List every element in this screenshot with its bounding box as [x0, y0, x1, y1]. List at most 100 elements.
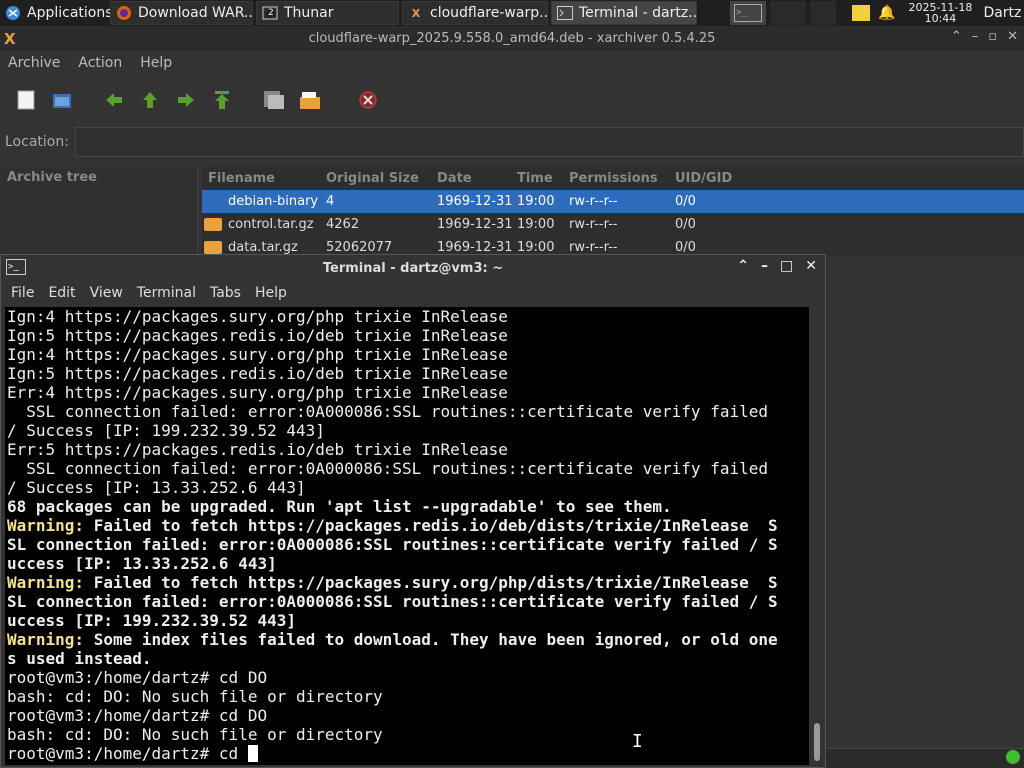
- window-title: Terminal - dartz@vm3: ~: [322, 260, 504, 276]
- terminal-line: bash: cd: DO: No such file or directory: [7, 687, 809, 706]
- scrollbar-thumb[interactable]: [814, 723, 820, 761]
- menu-file[interactable]: File: [11, 285, 34, 301]
- column-original-size[interactable]: Original Size: [322, 171, 433, 186]
- archive-tree-panel[interactable]: Archive tree: [0, 166, 198, 256]
- menu-help[interactable]: Help: [255, 285, 287, 301]
- applications-label: Applications: [27, 5, 110, 21]
- terminal-line: bash: cd: DO: No such file or directory: [7, 725, 809, 744]
- terminal-line: / Success [IP: 13.33.252.6 443]: [7, 478, 809, 497]
- terminal-line: root@vm3:/home/dartz# cd DO: [7, 668, 809, 687]
- terminal-line: SSL connection failed: error:0A000086:SS…: [7, 459, 809, 478]
- minimize-button[interactable]: –: [761, 258, 768, 274]
- row-filename: control.tar.gz: [228, 217, 314, 232]
- clock[interactable]: 2025-11-18 10:44: [905, 2, 975, 24]
- open-archive-button[interactable]: [48, 86, 76, 114]
- table-row[interactable]: control.tar.gz 4262 1969-12-31 19:00 rw-…: [202, 213, 1024, 236]
- minimize-button[interactable]: –: [972, 29, 979, 44]
- row-uid-gid: 0/0: [675, 240, 696, 255]
- home-button[interactable]: [208, 86, 236, 114]
- line-text: Ign:4 https://packages.sury.org/php trix…: [7, 345, 508, 364]
- back-button[interactable]: [100, 86, 128, 114]
- terminal-titlebar[interactable]: >_ Terminal - dartz@vm3: ~ ⌃ – □ ✕: [1, 255, 825, 281]
- column-filename[interactable]: Filename: [202, 171, 322, 186]
- row-permissions: rw-r--r--: [569, 194, 618, 209]
- extract-button[interactable]: [260, 86, 288, 114]
- warning-label: Warning:: [7, 573, 85, 592]
- location-input[interactable]: [74, 127, 1024, 157]
- row-date: 1969-12-31: [437, 217, 513, 232]
- table-row[interactable]: debian-binary 4 1969-12-31 19:00 rw-r--r…: [202, 190, 1024, 213]
- column-uid-gid[interactable]: UID/GID: [671, 171, 751, 186]
- workspace-3[interactable]: [810, 1, 836, 25]
- row-permissions: rw-r--r--: [569, 240, 618, 255]
- window-title: cloudflare-warp_2025.9.558.0_amd64.deb -…: [308, 30, 716, 46]
- maximize-button[interactable]: □: [780, 258, 793, 274]
- workspace-switcher[interactable]: >_: [730, 1, 766, 25]
- applications-menu[interactable]: Applications ≡: [0, 1, 110, 25]
- status-indicator-icon: [1006, 750, 1020, 764]
- task-firefox[interactable]: Download WAR...: [110, 1, 253, 25]
- terminal-icon: [557, 5, 573, 21]
- terminal-output[interactable]: Ign:4 https://packages.sury.org/php trix…: [5, 307, 809, 765]
- add-files-button[interactable]: [296, 86, 324, 114]
- terminal-scrollbar[interactable]: [809, 307, 825, 765]
- shade-button[interactable]: ⌃: [737, 258, 749, 274]
- menu-action[interactable]: Action: [78, 55, 122, 71]
- task-label: Terminal - dartz...: [579, 5, 697, 21]
- task-thunar[interactable]: 2 Thunar: [256, 1, 399, 25]
- terminal-line: Ign:4 https://packages.sury.org/php trix…: [7, 345, 809, 364]
- row-time: 19:00: [517, 194, 555, 209]
- menu-help[interactable]: Help: [140, 55, 172, 71]
- bell-icon[interactable]: 🔔: [878, 5, 895, 21]
- new-archive-button[interactable]: [12, 86, 40, 114]
- task-count-badge: 2: [266, 8, 276, 18]
- terminal-window: >_ Terminal - dartz@vm3: ~ ⌃ – □ ✕ File …: [0, 254, 826, 768]
- line-text: SSL connection failed: error:0A000086:SS…: [7, 402, 768, 421]
- close-button[interactable]: ✕: [805, 258, 817, 274]
- row-uid-gid: 0/0: [675, 194, 696, 209]
- menu-tabs[interactable]: Tabs: [210, 285, 241, 301]
- menu-view[interactable]: View: [90, 285, 123, 301]
- file-list: Filename Original Size Date Time Permiss…: [202, 166, 1024, 256]
- column-permissions[interactable]: Permissions: [565, 171, 671, 186]
- ibeam-cursor-icon: I: [632, 731, 643, 752]
- prompt-line[interactable]: root@vm3:/home/dartz# cd: [7, 744, 809, 763]
- menu-terminal[interactable]: Terminal: [137, 285, 196, 301]
- forward-button[interactable]: [172, 86, 200, 114]
- line-text: Err:5 https://packages.redis.io/deb trix…: [7, 440, 508, 459]
- user-menu[interactable]: Dartz: [983, 5, 1021, 21]
- up-button[interactable]: [136, 86, 164, 114]
- menu-archive[interactable]: Archive: [8, 55, 60, 71]
- terminal-line: root@vm3:/home/dartz# cd DO: [7, 706, 809, 725]
- task-xarchiver[interactable]: X cloudflare-warp...: [402, 1, 548, 25]
- terminal-line: Warning: Some index files failed to down…: [7, 630, 809, 649]
- column-time[interactable]: Time: [513, 171, 565, 186]
- firefox-icon: [116, 5, 132, 21]
- line-text: SL connection failed: error:0A000086:SSL…: [7, 535, 778, 554]
- terminal-line: Err:4 https://packages.sury.org/php trix…: [7, 383, 809, 402]
- task-label: Thunar: [284, 5, 334, 21]
- workspace-2[interactable]: [770, 1, 806, 25]
- maximize-button[interactable]: ▫: [988, 29, 997, 44]
- column-date[interactable]: Date: [433, 171, 513, 186]
- menu-edit[interactable]: Edit: [48, 285, 75, 301]
- warning-label: Warning:: [7, 516, 85, 535]
- terminal-line: SSL connection failed: error:0A000086:SS…: [7, 402, 809, 421]
- stop-button[interactable]: [354, 86, 382, 114]
- line-text: root@vm3:/home/dartz# cd DO: [7, 706, 268, 725]
- location-bar: Location:: [0, 124, 1024, 160]
- row-size: 52062077: [326, 240, 393, 255]
- task-terminal[interactable]: Terminal - dartz...: [551, 1, 697, 25]
- row-filename-cell: control.tar.gz: [202, 217, 322, 232]
- terminal-line: Err:5 https://packages.redis.io/deb trix…: [7, 440, 809, 459]
- shade-button[interactable]: ⌃: [951, 29, 962, 44]
- line-text: uccess [IP: 199.232.39.52 443]: [7, 611, 296, 630]
- terminal-line: Ign:5 https://packages.redis.io/deb trix…: [7, 364, 809, 383]
- terminal-line: Warning: Failed to fetch https://package…: [7, 573, 809, 592]
- xarchiver-titlebar[interactable]: X cloudflare-warp_2025.9.558.0_amd64.deb…: [0, 26, 1024, 50]
- row-filename: debian-binary: [228, 194, 319, 209]
- archive-icon: [204, 218, 222, 231]
- close-button[interactable]: ✕: [1007, 29, 1018, 44]
- terminal-line: uccess [IP: 199.232.39.52 443]: [7, 611, 809, 630]
- notes-icon[interactable]: [852, 5, 870, 21]
